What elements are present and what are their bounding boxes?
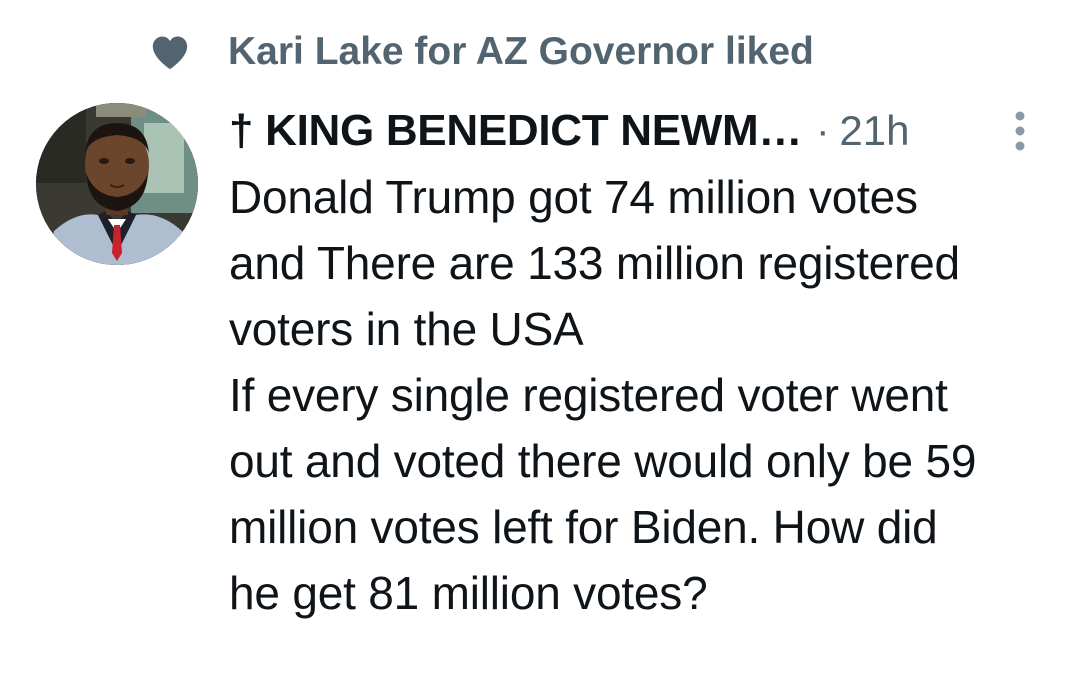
heart-icon xyxy=(152,36,188,70)
tweet-text: Donald Trump got 74 million votes and Th… xyxy=(229,171,977,619)
tweet-header: † KING BENEDICT NEWM… · 21h xyxy=(229,100,909,162)
social-context-label: Kari Lake for AZ Governor liked xyxy=(228,30,814,73)
social-context[interactable]: Kari Lake for AZ Governor liked xyxy=(150,28,814,76)
header-separator: · xyxy=(816,108,830,153)
avatar[interactable] xyxy=(36,103,198,265)
more-options-button[interactable] xyxy=(1000,106,1040,156)
vertical-ellipsis-icon xyxy=(1015,111,1025,151)
profile-photo xyxy=(36,103,198,265)
author-name[interactable]: † KING BENEDICT NEWM… xyxy=(229,106,802,156)
tweet-timestamp[interactable]: 21h xyxy=(839,107,909,155)
